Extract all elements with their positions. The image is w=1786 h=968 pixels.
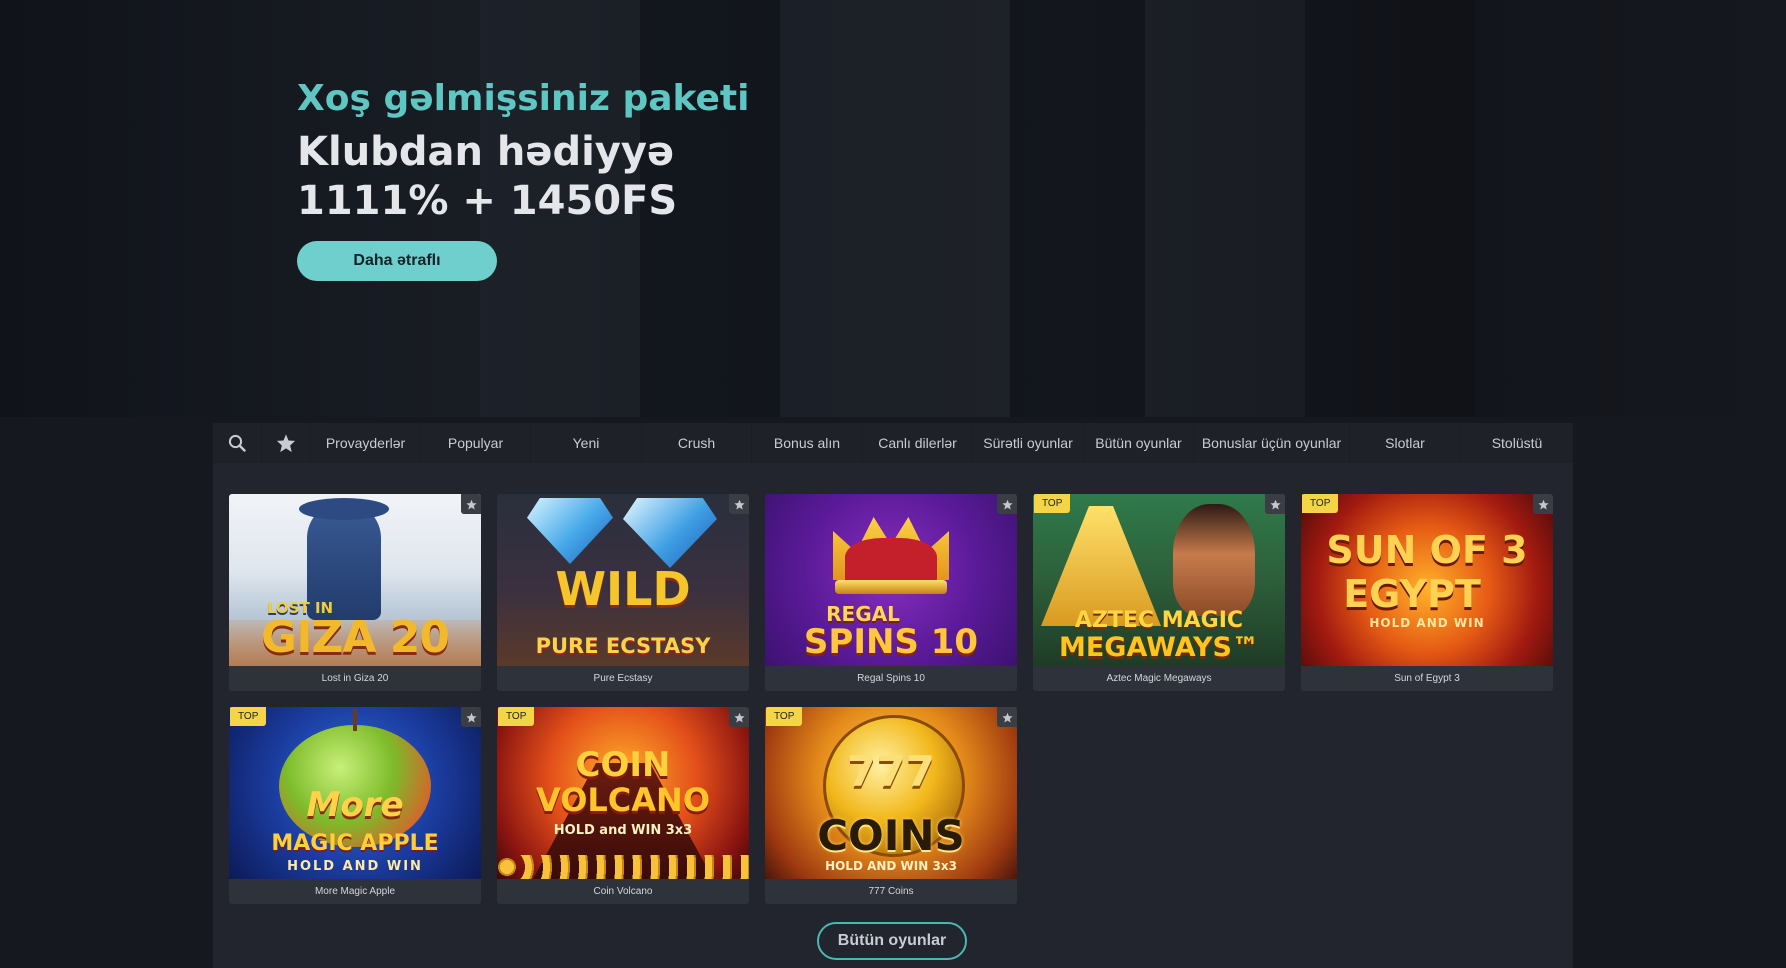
top-badge: TOP bbox=[1034, 494, 1071, 513]
game-logo-text: AZTEC MAGIC bbox=[1074, 608, 1244, 633]
game-logo-text: VOLCANO bbox=[535, 781, 711, 819]
game-card[interactable]: SUN OF 3 EGYPT HOLD AND WIN TOP Sun of E… bbox=[1301, 494, 1553, 691]
game-logo-text: MAGIC APPLE bbox=[271, 831, 439, 856]
top-badge: TOP bbox=[230, 707, 267, 726]
game-thumbnail: WILD PURE ECSTASY bbox=[497, 494, 749, 666]
top-badge: TOP bbox=[766, 707, 803, 726]
game-title: Coin Volcano bbox=[593, 886, 653, 897]
tab-popular[interactable]: Populyar bbox=[421, 423, 530, 463]
game-logo-text: HOLD and WIN 3x3 bbox=[553, 823, 693, 838]
game-title: Aztec Magic Megaways bbox=[1106, 673, 1212, 684]
tab-slots[interactable]: Slotlar bbox=[1350, 423, 1460, 463]
hero-bg-stripe bbox=[1305, 0, 1475, 417]
tab-fast-games[interactable]: Sürətli oyunlar bbox=[973, 423, 1083, 463]
tab-live-dealers[interactable]: Canlı dilerlər bbox=[863, 423, 972, 463]
game-logo-text: 777 bbox=[847, 747, 935, 796]
game-thumbnail: SUN OF 3 EGYPT HOLD AND WIN bbox=[1301, 494, 1553, 666]
game-card[interactable]: LOST IN GIZA 20 Lost in Giza 20 bbox=[229, 494, 481, 691]
top-badge: TOP bbox=[498, 707, 535, 726]
game-logo-text: MEGAWAYS™ bbox=[1058, 632, 1260, 663]
game-card[interactable]: 777 COINS HOLD AND WIN 3x3 TOP 777 Coins bbox=[765, 707, 1017, 904]
star-icon bbox=[465, 712, 477, 723]
favorite-star-button[interactable] bbox=[997, 494, 1017, 514]
tab-providers[interactable]: Provayderlər bbox=[311, 423, 420, 463]
game-logo-text: EGYPT bbox=[1343, 572, 1481, 616]
favorite-star-button[interactable] bbox=[729, 494, 749, 514]
tab-bonus-games[interactable]: Bonuslar üçün oyunlar bbox=[1194, 423, 1349, 463]
game-title: 777 Coins bbox=[868, 886, 914, 897]
tab-bonus-buy[interactable]: Bonus alın bbox=[752, 423, 862, 463]
category-tabs: Provayderlər Populyar Yeni Crush Bonus a… bbox=[213, 423, 1573, 463]
tab-new[interactable]: Yeni bbox=[531, 423, 641, 463]
star-icon bbox=[1001, 499, 1013, 510]
game-logo-text: SPINS 10 bbox=[803, 622, 979, 662]
games-panel: Provayderlər Populyar Yeni Crush Bonus a… bbox=[213, 423, 1573, 968]
favorite-star-button[interactable] bbox=[729, 707, 749, 727]
favorite-star-button[interactable] bbox=[1265, 494, 1285, 514]
game-thumbnail: More MAGIC APPLE HOLD AND WIN bbox=[229, 707, 481, 879]
game-logo-text: SUN OF 3 bbox=[1326, 528, 1528, 572]
game-logo-text: HOLD AND WIN bbox=[1369, 616, 1485, 630]
game-logo-text: WILD bbox=[555, 562, 691, 616]
coins-pile bbox=[497, 855, 749, 879]
game-title: Sun of Egypt 3 bbox=[1394, 673, 1460, 684]
crown-band bbox=[835, 580, 947, 594]
game-logo-text: PURE ECSTASY bbox=[535, 634, 711, 658]
game-thumbnail: LOST IN GIZA 20 bbox=[229, 494, 481, 666]
search-button[interactable] bbox=[213, 423, 261, 463]
star-icon bbox=[276, 434, 296, 453]
hero-bg-stripe bbox=[780, 0, 1010, 417]
hero-subtitle: Xoş gəlmişsiniz paketi bbox=[297, 78, 750, 119]
star-icon bbox=[1001, 712, 1013, 723]
crown-velvet bbox=[845, 538, 937, 586]
game-thumbnail: COIN VOLCANO HOLD and WIN 3x3 bbox=[497, 707, 749, 879]
star-icon bbox=[733, 499, 745, 510]
all-games-button[interactable]: Bütün oyunlar bbox=[817, 922, 967, 960]
tab-all-games[interactable]: Bütün oyunlar bbox=[1084, 423, 1193, 463]
apple-stem bbox=[353, 709, 357, 731]
game-card[interactable]: WILD PURE ECSTASY Pure Ecstasy bbox=[497, 494, 749, 691]
game-card[interactable]: COIN VOLCANO HOLD and WIN 3x3 TOP Coin V… bbox=[497, 707, 749, 904]
game-title: Pure Ecstasy bbox=[593, 673, 653, 684]
star-icon bbox=[465, 499, 477, 510]
favorite-star-button[interactable] bbox=[461, 494, 481, 514]
favorite-star-button[interactable] bbox=[997, 707, 1017, 727]
favorite-star-button[interactable] bbox=[461, 707, 481, 727]
diamond-graphic bbox=[623, 498, 717, 568]
star-icon bbox=[1537, 499, 1549, 510]
top-badge: TOP bbox=[1302, 494, 1339, 513]
game-card[interactable]: AZTEC MAGIC MEGAWAYS™ TOP Aztec Magic Me… bbox=[1033, 494, 1285, 691]
game-thumbnail: AZTEC MAGIC MEGAWAYS™ bbox=[1033, 494, 1285, 666]
game-logo-text: COINS bbox=[817, 811, 965, 860]
game-thumbnail: 777 COINS HOLD AND WIN 3x3 bbox=[765, 707, 1017, 879]
hero-bg-stripe bbox=[1010, 0, 1145, 417]
hero-title: Klubdan hədiyyə 1111% + 1450FS bbox=[297, 128, 677, 226]
favorite-star-button[interactable] bbox=[1533, 494, 1553, 514]
favorites-button[interactable] bbox=[262, 423, 310, 463]
hero-bg-stripe bbox=[1145, 0, 1305, 417]
hero-banner: Xoş gəlmişsiniz paketi Klubdan hədiyyə 1… bbox=[0, 0, 1786, 417]
tab-crush[interactable]: Crush bbox=[642, 423, 751, 463]
tab-table-games[interactable]: Stolüstü bbox=[1461, 423, 1573, 463]
hero-title-line: Klubdan hədiyyə bbox=[297, 129, 675, 175]
explorer-hat bbox=[299, 498, 389, 520]
game-title: More Magic Apple bbox=[314, 886, 396, 897]
game-logo-text: HOLD AND WIN 3x3 bbox=[825, 859, 957, 873]
game-logo-text: More bbox=[306, 785, 404, 825]
game-card[interactable]: REGAL SPINS 10 Regal Spins 10 bbox=[765, 494, 1017, 691]
star-icon bbox=[1269, 499, 1281, 510]
game-thumbnail: REGAL SPINS 10 bbox=[765, 494, 1017, 666]
aztec-woman-figure bbox=[1173, 504, 1255, 616]
hero-title-line: 1111% + 1450FS bbox=[297, 178, 678, 224]
diamond-graphic bbox=[527, 498, 613, 564]
more-details-button[interactable]: Daha ətraflı bbox=[297, 241, 497, 281]
game-logo-text: HOLD AND WIN bbox=[287, 859, 423, 874]
game-title: Regal Spins 10 bbox=[857, 673, 925, 684]
game-logo-text: GIZA 20 bbox=[261, 612, 450, 663]
game-logo-text: COIN bbox=[575, 745, 671, 785]
game-title: Lost in Giza 20 bbox=[321, 673, 389, 684]
search-icon bbox=[228, 434, 246, 452]
star-icon bbox=[733, 712, 745, 723]
game-card[interactable]: More MAGIC APPLE HOLD AND WIN TOP More M… bbox=[229, 707, 481, 904]
